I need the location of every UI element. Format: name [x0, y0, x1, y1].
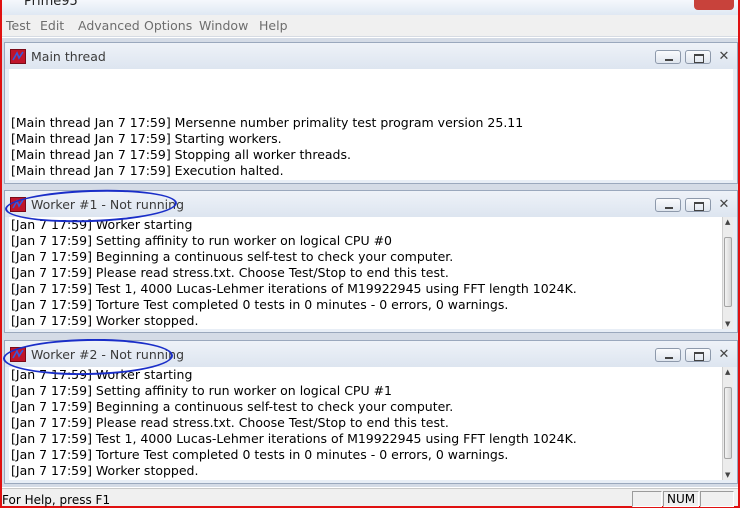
scroll-thumb[interactable] [724, 387, 732, 459]
status-help-text: For Help, press F1 [2, 493, 111, 507]
minimize-icon[interactable] [655, 198, 681, 212]
prime95-icon [10, 49, 26, 64]
menu-help[interactable]: Help [259, 18, 288, 33]
log-line: [Jan 7 17:59] Please read stress.txt. Ch… [11, 265, 449, 280]
title-bar[interactable]: Prime95 [2, 0, 738, 15]
window-title: Main thread [31, 49, 106, 64]
status-pane-scroll [700, 491, 734, 507]
prime95-icon [10, 197, 26, 212]
log-line: [Jan 7 17:59] Test 1, 4000 Lucas-Lehmer … [11, 431, 577, 446]
prime95-icon [10, 347, 26, 362]
scroll-up-icon[interactable]: ▲ [725, 218, 730, 226]
menu-edit[interactable]: Edit [40, 18, 64, 33]
log-line: [Jan 7 17:59] Worker stopped. [11, 463, 199, 478]
log-line: [Jan 7 17:59] Setting affinity to run wo… [11, 383, 393, 398]
scroll-down-icon[interactable]: ▼ [725, 471, 730, 479]
worker-2-window[interactable]: Worker #2 - Not running ✕ [Jan 7 17:59] … [4, 340, 738, 484]
status-pane-caps [632, 491, 662, 507]
worker-1-titlebar[interactable]: Worker #1 - Not running ✕ [5, 191, 737, 217]
menu-test[interactable]: Test [6, 18, 31, 33]
menu-window[interactable]: Window [199, 18, 248, 33]
worker-1-window[interactable]: Worker #1 - Not running ✕ [Jan 7 17:59] … [4, 190, 738, 333]
app-title: Prime95 [24, 0, 78, 9]
log-line: [Jan 7 17:59] Beginning a continuous sel… [11, 399, 454, 414]
minimize-icon[interactable] [655, 50, 681, 64]
worker-2-log[interactable]: [Jan 7 17:59] Worker starting [Jan 7 17:… [9, 367, 733, 480]
minimize-icon[interactable] [655, 348, 681, 362]
main-thread-log[interactable]: [Main thread Jan 7 17:59] Mersenne numbe… [9, 69, 733, 180]
scroll-down-icon[interactable]: ▼ [725, 320, 730, 328]
log-line: [Jan 7 17:59] Worker starting [11, 367, 193, 382]
vertical-scrollbar[interactable]: ▲ ▼ [722, 367, 733, 480]
main-thread-titlebar[interactable]: Main thread ✕ [5, 43, 737, 69]
log-line: [Jan 7 17:59] Please read stress.txt. Ch… [11, 415, 449, 430]
window-close-button[interactable] [694, 0, 734, 10]
log-line: [Main thread Jan 7 17:59] Starting worke… [11, 131, 282, 146]
maximize-icon[interactable] [685, 348, 711, 362]
close-icon[interactable]: ✕ [715, 198, 733, 212]
log-line: [Main thread Jan 7 17:59] Execution halt… [11, 163, 284, 178]
menu-bar: Test Edit Advanced Options Window Help [2, 15, 738, 37]
log-line: [Jan 7 17:59] Worker stopped. [11, 313, 199, 328]
status-bar: For Help, press F1 NUM [2, 488, 738, 507]
main-thread-window[interactable]: Main thread ✕ [Main thread Jan 7 17:59] … [4, 42, 738, 184]
menu-advanced[interactable]: Advanced [78, 18, 140, 33]
menu-options[interactable]: Options [144, 18, 192, 33]
log-line: [Jan 7 17:59] Worker starting [11, 217, 193, 232]
log-line: [Main thread Jan 7 17:59] Stopping all w… [11, 147, 351, 162]
maximize-icon[interactable] [685, 198, 711, 212]
window-title: Worker #1 - Not running [31, 197, 185, 212]
scroll-up-icon[interactable]: ▲ [725, 368, 730, 376]
log-line: [Jan 7 17:59] Test 1, 4000 Lucas-Lehmer … [11, 281, 577, 296]
log-line: [Jan 7 17:59] Torture Test completed 0 t… [11, 447, 509, 462]
log-line: [Jan 7 17:59] Beginning a continuous sel… [11, 249, 454, 264]
maximize-icon[interactable] [685, 50, 711, 64]
worker-1-log[interactable]: [Jan 7 17:59] Worker starting [Jan 7 17:… [9, 217, 733, 329]
scroll-thumb[interactable] [724, 237, 732, 307]
status-num-indicator: NUM [663, 491, 699, 507]
close-icon[interactable]: ✕ [715, 50, 733, 64]
log-line: [Jan 7 17:59] Setting affinity to run wo… [11, 233, 393, 248]
vertical-scrollbar[interactable]: ▲ ▼ [722, 217, 733, 329]
log-line: [Jan 7 17:59] Torture Test completed 0 t… [11, 297, 509, 312]
log-line: [Main thread Jan 7 17:59] Mersenne numbe… [11, 115, 524, 130]
close-icon[interactable]: ✕ [715, 348, 733, 362]
worker-2-titlebar[interactable]: Worker #2 - Not running ✕ [5, 341, 737, 367]
window-title: Worker #2 - Not running [31, 347, 185, 362]
